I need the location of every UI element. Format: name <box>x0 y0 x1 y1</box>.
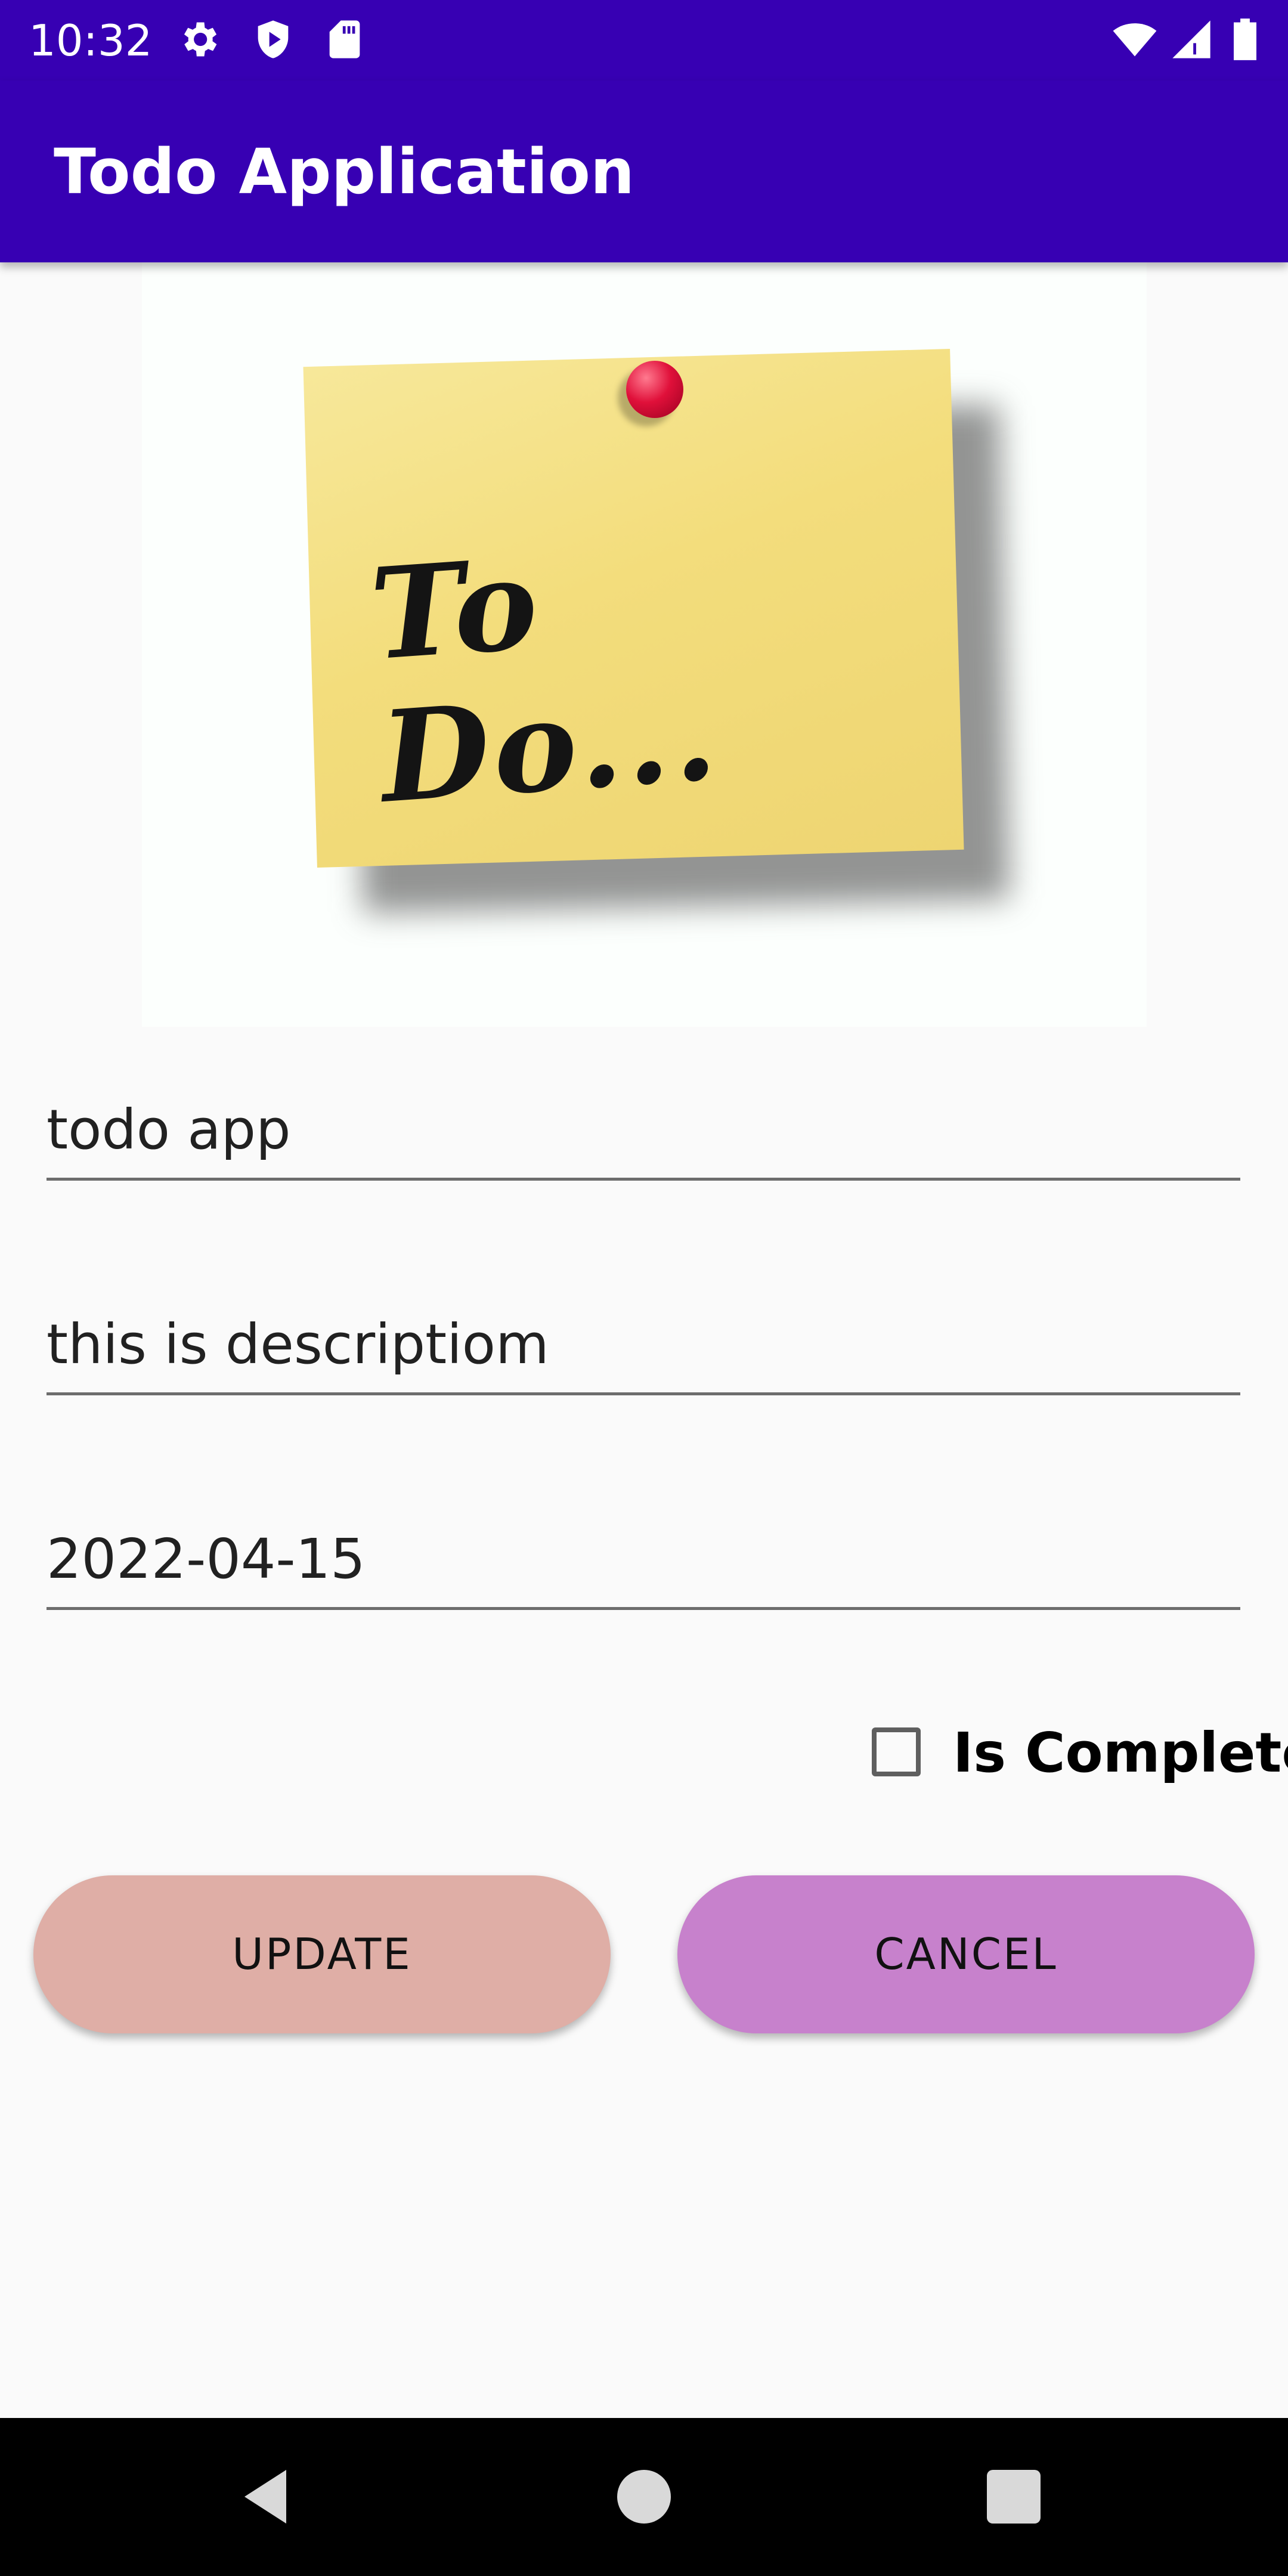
title-underline <box>47 1178 1240 1181</box>
gear-icon <box>176 17 221 62</box>
shield-play-icon <box>250 17 296 62</box>
wifi-icon <box>1112 17 1157 62</box>
cell-signal-icon <box>1169 17 1214 62</box>
is-complete-label: Is Complete <box>953 1721 1288 1785</box>
navigation-bar <box>0 2418 1288 2576</box>
date-input[interactable] <box>47 1515 1240 1604</box>
date-underline <box>47 1607 1240 1610</box>
description-underline <box>47 1392 1240 1395</box>
back-button[interactable] <box>179 2418 358 2576</box>
is-complete-checkbox[interactable] <box>872 1727 921 1776</box>
update-button[interactable]: UPDATE <box>33 1875 611 2033</box>
is-complete-checkbox-row[interactable]: Is Complete <box>865 1720 1288 1798</box>
app-title: Todo Application <box>54 135 635 208</box>
note-handwriting: To Do... <box>366 530 724 831</box>
date-field[interactable] <box>47 1515 1240 1610</box>
home-button[interactable] <box>555 2418 733 2576</box>
back-icon <box>244 2470 286 2524</box>
push-pin-icon <box>626 361 683 418</box>
title-input[interactable] <box>47 1085 1240 1175</box>
status-bar: 10:32 <box>0 0 1288 80</box>
screen: 10:32 Todo Application To Do... todo app… <box>0 0 1288 2576</box>
home-icon <box>617 2470 671 2524</box>
recents-icon <box>987 2470 1041 2524</box>
description-field[interactable] <box>47 1300 1240 1395</box>
status-time: 10:32 <box>29 16 153 66</box>
app-bar: Todo Application <box>0 80 1288 262</box>
sd-card-icon <box>322 17 367 62</box>
title-field[interactable] <box>47 1085 1240 1181</box>
cancel-button[interactable]: CANCEL <box>677 1875 1255 2033</box>
description-input[interactable] <box>47 1300 1240 1389</box>
recents-button[interactable] <box>924 2418 1103 2576</box>
battery-icon <box>1228 17 1262 62</box>
